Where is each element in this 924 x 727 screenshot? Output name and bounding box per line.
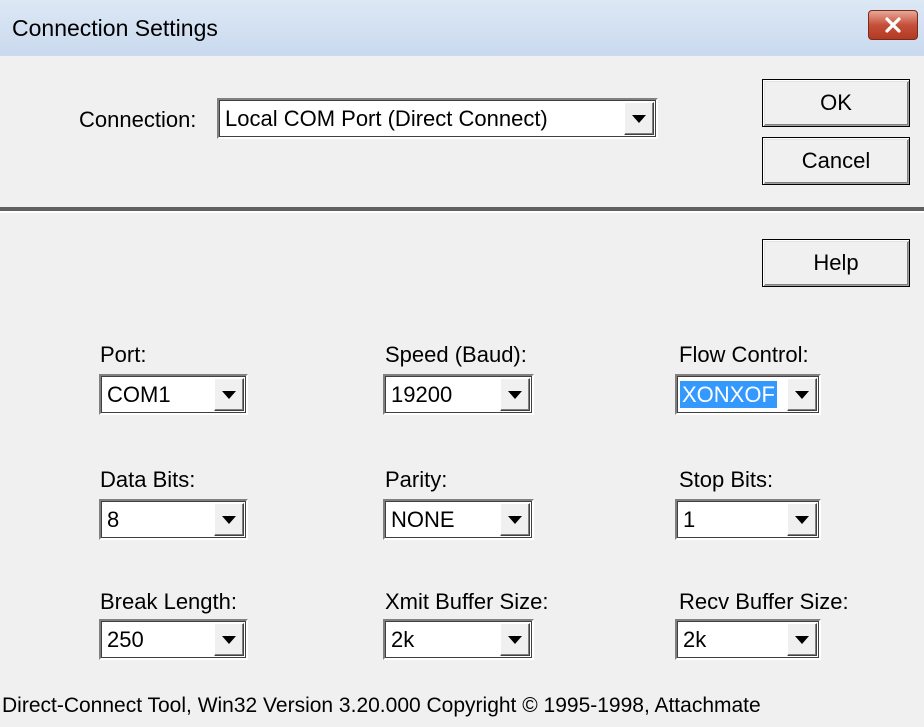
speed-dropdown-button[interactable]	[500, 378, 530, 411]
data-bits-dropdown-button[interactable]	[214, 503, 244, 536]
window-title: Connection Settings	[12, 15, 218, 41]
connection-select[interactable]: Local COM Port (Direct Connect)	[217, 98, 658, 139]
chevron-down-icon	[795, 390, 809, 399]
break-length-dropdown-button[interactable]	[214, 623, 244, 656]
chevron-down-icon	[508, 390, 522, 399]
data-bits-select-value: 8	[107, 507, 120, 532]
chevron-down-icon	[222, 635, 236, 644]
xmit-buffer-label: Xmit Buffer Size:	[385, 589, 549, 614]
xmit-buffer-select-value: 2k	[391, 627, 415, 652]
flow-control-label: Flow Control:	[679, 342, 809, 367]
data-bits-label: Data Bits:	[100, 467, 196, 492]
connection-select-value: Local COM Port (Direct Connect)	[225, 106, 548, 131]
cancel-button[interactable]: Cancel	[762, 137, 910, 185]
flow-control-dropdown-button[interactable]	[787, 378, 817, 411]
recv-buffer-select-value: 2k	[683, 627, 707, 652]
chevron-down-icon	[508, 515, 522, 524]
ok-button[interactable]: OK	[762, 79, 910, 127]
chevron-down-icon	[222, 515, 236, 524]
xmit-buffer-dropdown-button[interactable]	[500, 623, 530, 656]
stop-bits-label: Stop Bits:	[679, 467, 774, 492]
title-bar: Connection Settings	[0, 0, 924, 56]
connection-dropdown-button[interactable]	[624, 102, 654, 135]
flow-control-select[interactable]: XONXOF	[675, 374, 821, 415]
parity-select-value: NONE	[391, 507, 455, 532]
recv-buffer-label: Recv Buffer Size:	[679, 589, 849, 614]
parity-select[interactable]: NONE	[383, 499, 534, 540]
chevron-down-icon	[222, 390, 236, 399]
copyright-footer: Direct-Connect Tool, Win32 Version 3.20.…	[2, 694, 761, 717]
flow-control-select-value: XONXOF	[680, 381, 777, 408]
chevron-down-icon	[795, 515, 809, 524]
connection-label: Connection:	[79, 107, 197, 132]
port-select[interactable]: COM1	[99, 374, 248, 415]
help-button[interactable]: Help	[762, 239, 910, 287]
recv-buffer-dropdown-button[interactable]	[787, 623, 817, 656]
section-divider-highlight	[0, 211, 924, 213]
stop-bits-dropdown-button[interactable]	[787, 503, 817, 536]
close-icon	[885, 17, 901, 33]
data-bits-select[interactable]: 8	[99, 499, 248, 540]
xmit-buffer-select[interactable]: 2k	[383, 619, 534, 660]
port-dropdown-button[interactable]	[214, 378, 244, 411]
chevron-down-icon	[632, 114, 646, 123]
recv-buffer-select[interactable]: 2k	[675, 619, 821, 660]
break-length-select[interactable]: 250	[99, 619, 248, 660]
break-length-select-value: 250	[107, 627, 144, 652]
speed-label: Speed (Baud):	[385, 342, 527, 367]
stop-bits-select-value: 1	[683, 507, 696, 532]
port-label: Port:	[100, 342, 147, 367]
speed-select-value: 19200	[391, 382, 453, 407]
chevron-down-icon	[795, 635, 809, 644]
chevron-down-icon	[508, 635, 522, 644]
parity-dropdown-button[interactable]	[500, 503, 530, 536]
close-button[interactable]	[868, 10, 918, 40]
stop-bits-select[interactable]: 1	[675, 499, 821, 540]
speed-select[interactable]: 19200	[383, 374, 534, 415]
port-select-value: COM1	[107, 382, 171, 407]
break-length-label: Break Length:	[100, 589, 237, 614]
parity-label: Parity:	[385, 467, 448, 492]
